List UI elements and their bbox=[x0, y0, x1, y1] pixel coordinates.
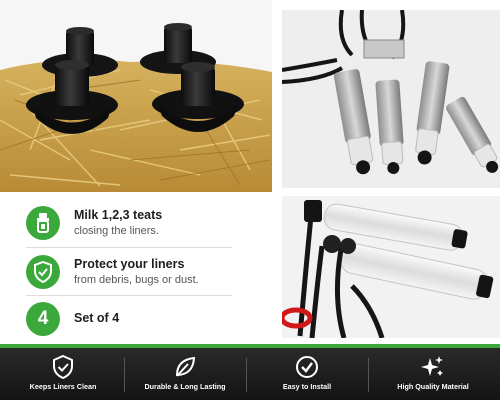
shield-check-icon bbox=[53, 355, 73, 379]
feature-badge bbox=[26, 255, 60, 289]
benefit-label: High Quality Material bbox=[397, 382, 469, 391]
benefit-keeps-liners-clean: Keeps Liners Clean bbox=[4, 348, 122, 400]
divider bbox=[26, 295, 232, 296]
benefit-label: Durable & Long Lasting bbox=[144, 382, 226, 391]
leaf-icon bbox=[175, 356, 196, 377]
benefit-label: Keeps Liners Clean bbox=[29, 382, 97, 391]
feature-description: closing the liners. bbox=[74, 225, 159, 237]
shield-check-icon bbox=[34, 261, 52, 283]
feature-title: Milk 1,2,3 teats bbox=[74, 208, 163, 222]
benefit-durable: Durable & Long Lasting bbox=[126, 348, 244, 400]
feature-badge: 4 bbox=[26, 302, 60, 336]
divider bbox=[368, 358, 369, 392]
feature-set-of-4: 4 Set of 4 bbox=[26, 300, 236, 340]
check-circle-icon bbox=[296, 356, 318, 378]
divider bbox=[124, 358, 125, 392]
teat-cup-icon bbox=[37, 213, 49, 233]
benefit-label: Easy to Install bbox=[282, 382, 332, 391]
divider bbox=[26, 247, 232, 248]
feature-milk-teats: Milk 1,2,3 teats closing the liners. bbox=[26, 204, 236, 244]
product-photo-milking-cluster bbox=[282, 10, 500, 188]
feature-description: from debris, bugs or dust. bbox=[74, 274, 199, 286]
benefit-quality-material: High Quality Material bbox=[374, 348, 492, 400]
sparkle-icon bbox=[421, 356, 443, 376]
feature-protect-liners: Protect your liners from debris, bugs or… bbox=[26, 253, 236, 293]
benefits-bar: Keeps Liners Clean Durable & Long Lastin… bbox=[0, 344, 500, 400]
feature-title: Set of 4 bbox=[74, 311, 120, 325]
feature-badge bbox=[26, 206, 60, 240]
badge-number: 4 bbox=[37, 308, 49, 329]
divider bbox=[246, 358, 247, 392]
product-photo-plugs-on-straw bbox=[0, 0, 272, 192]
feature-title: Protect your liners bbox=[74, 257, 185, 271]
product-photo-liners-with-plugs bbox=[282, 196, 500, 338]
benefit-easy-install: Easy to Install bbox=[248, 348, 366, 400]
